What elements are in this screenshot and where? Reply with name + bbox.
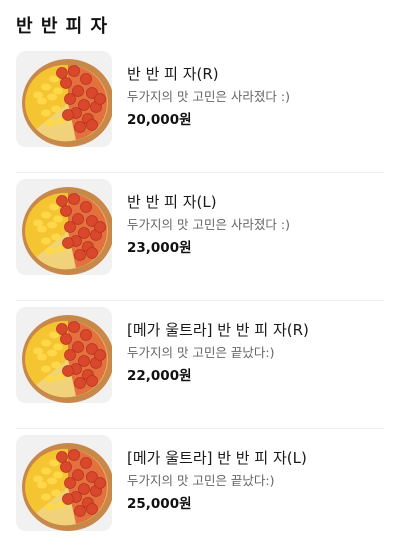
menu-item-info: [메가 울트라] 반 반 피 자(R) 두가지의 맛 고민은 끝났다:) 22,… — [127, 320, 387, 386]
menu-item-price: 25,000원 — [127, 496, 192, 512]
pizza-image — [16, 435, 112, 531]
menu-item-price: 20,000원 — [127, 112, 192, 128]
section-title: 반 반 피 자 — [16, 16, 109, 37]
menu-item-info: 반 반 피 자(L) 두가지의 맛 고민은 사라졌다 :) 23,000원 — [127, 192, 387, 258]
menu-item-name: [메가 울트라] 반 반 피 자(R) — [127, 321, 309, 339]
menu-item[interactable]: [메가 울트라] 반 반 피 자(R) 두가지의 맛 고민은 끝났다:) 22,… — [0, 300, 400, 434]
menu-item-name: 반 반 피 자(L) — [127, 193, 217, 211]
menu-list: 반 반 피 자(R) 두가지의 맛 고민은 사라졌다 :) 20,000원 반 … — [0, 50, 400, 551]
menu-item-price: 23,000원 — [127, 240, 192, 256]
menu-item-description: 두가지의 맛 고민은 끝났다:) — [127, 345, 275, 360]
menu-item-info: 반 반 피 자(R) 두가지의 맛 고민은 사라졌다 :) 20,000원 — [127, 64, 387, 130]
menu-item-price: 22,000원 — [127, 368, 192, 384]
menu-item-description: 두가지의 맛 고민은 끝났다:) — [127, 473, 275, 488]
menu-item-name: [메가 울트라] 반 반 피 자(L) — [127, 449, 307, 467]
menu-item-description: 두가지의 맛 고민은 사라졌다 :) — [127, 89, 290, 104]
menu-item[interactable]: 반 반 피 자(L) 두가지의 맛 고민은 사라졌다 :) 23,000원 — [0, 172, 400, 306]
menu-item[interactable]: 반 반 피 자(R) 두가지의 맛 고민은 사라졌다 :) 20,000원 — [0, 50, 400, 178]
menu-item[interactable]: [메가 울트라] 반 반 피 자(L) 두가지의 맛 고민은 끝났다:) 25,… — [0, 428, 400, 551]
pizza-image — [16, 307, 112, 403]
menu-item-description: 두가지의 맛 고민은 사라졌다 :) — [127, 217, 290, 232]
menu-item-name: 반 반 피 자(R) — [127, 65, 219, 83]
menu-item-info: [메가 울트라] 반 반 피 자(L) 두가지의 맛 고민은 끝났다:) 25,… — [127, 448, 387, 514]
pizza-image — [16, 51, 112, 147]
pizza-image — [16, 179, 112, 275]
